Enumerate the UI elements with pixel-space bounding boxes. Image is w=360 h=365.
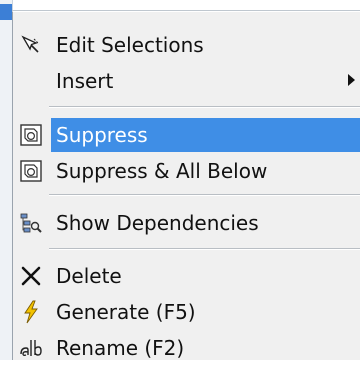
delete-icon — [19, 264, 43, 288]
menu-item-insert[interactable]: Insert — [13, 64, 360, 98]
menu-item-edit-selections[interactable]: Edit Selections — [13, 28, 360, 62]
context-menu: Edit Selections Insert Suppress Suppress… — [12, 12, 360, 360]
menu-item-suppress-all-below[interactable]: Suppress & All Below — [13, 154, 360, 188]
menu-separator — [49, 106, 360, 108]
menu-item-suppress[interactable]: Suppress — [20, 118, 360, 152]
suppress-all-below-icon — [19, 159, 43, 183]
generate-icon — [19, 300, 43, 324]
menu-item-label: Generate (F5) — [56, 300, 196, 324]
menu-separator — [49, 194, 360, 196]
suppress-icon — [19, 123, 43, 147]
panel-border — [12, 10, 360, 11]
selected-tree-node[interactable] — [0, 4, 12, 20]
menu-item-generate[interactable]: Generate (F5) — [13, 295, 360, 329]
menu-item-label: Insert — [56, 69, 114, 93]
menu-item-label: Delete — [56, 264, 122, 288]
menu-item-delete[interactable]: Delete — [13, 259, 360, 293]
menu-item-label: Edit Selections — [56, 33, 204, 57]
menu-item-label: Suppress — [56, 123, 148, 147]
edit-selections-icon — [19, 33, 43, 57]
menu-separator — [49, 248, 360, 250]
menu-item-label: Rename (F2) — [56, 336, 185, 360]
menu-item-label: Suppress & All Below — [56, 159, 268, 183]
submenu-arrow-icon — [348, 74, 355, 86]
rename-icon — [19, 336, 43, 360]
menu-item-show-dependencies[interactable]: Show Dependencies — [13, 206, 360, 240]
menu-item-label: Show Dependencies — [56, 211, 259, 235]
show-dependencies-icon — [19, 211, 43, 235]
